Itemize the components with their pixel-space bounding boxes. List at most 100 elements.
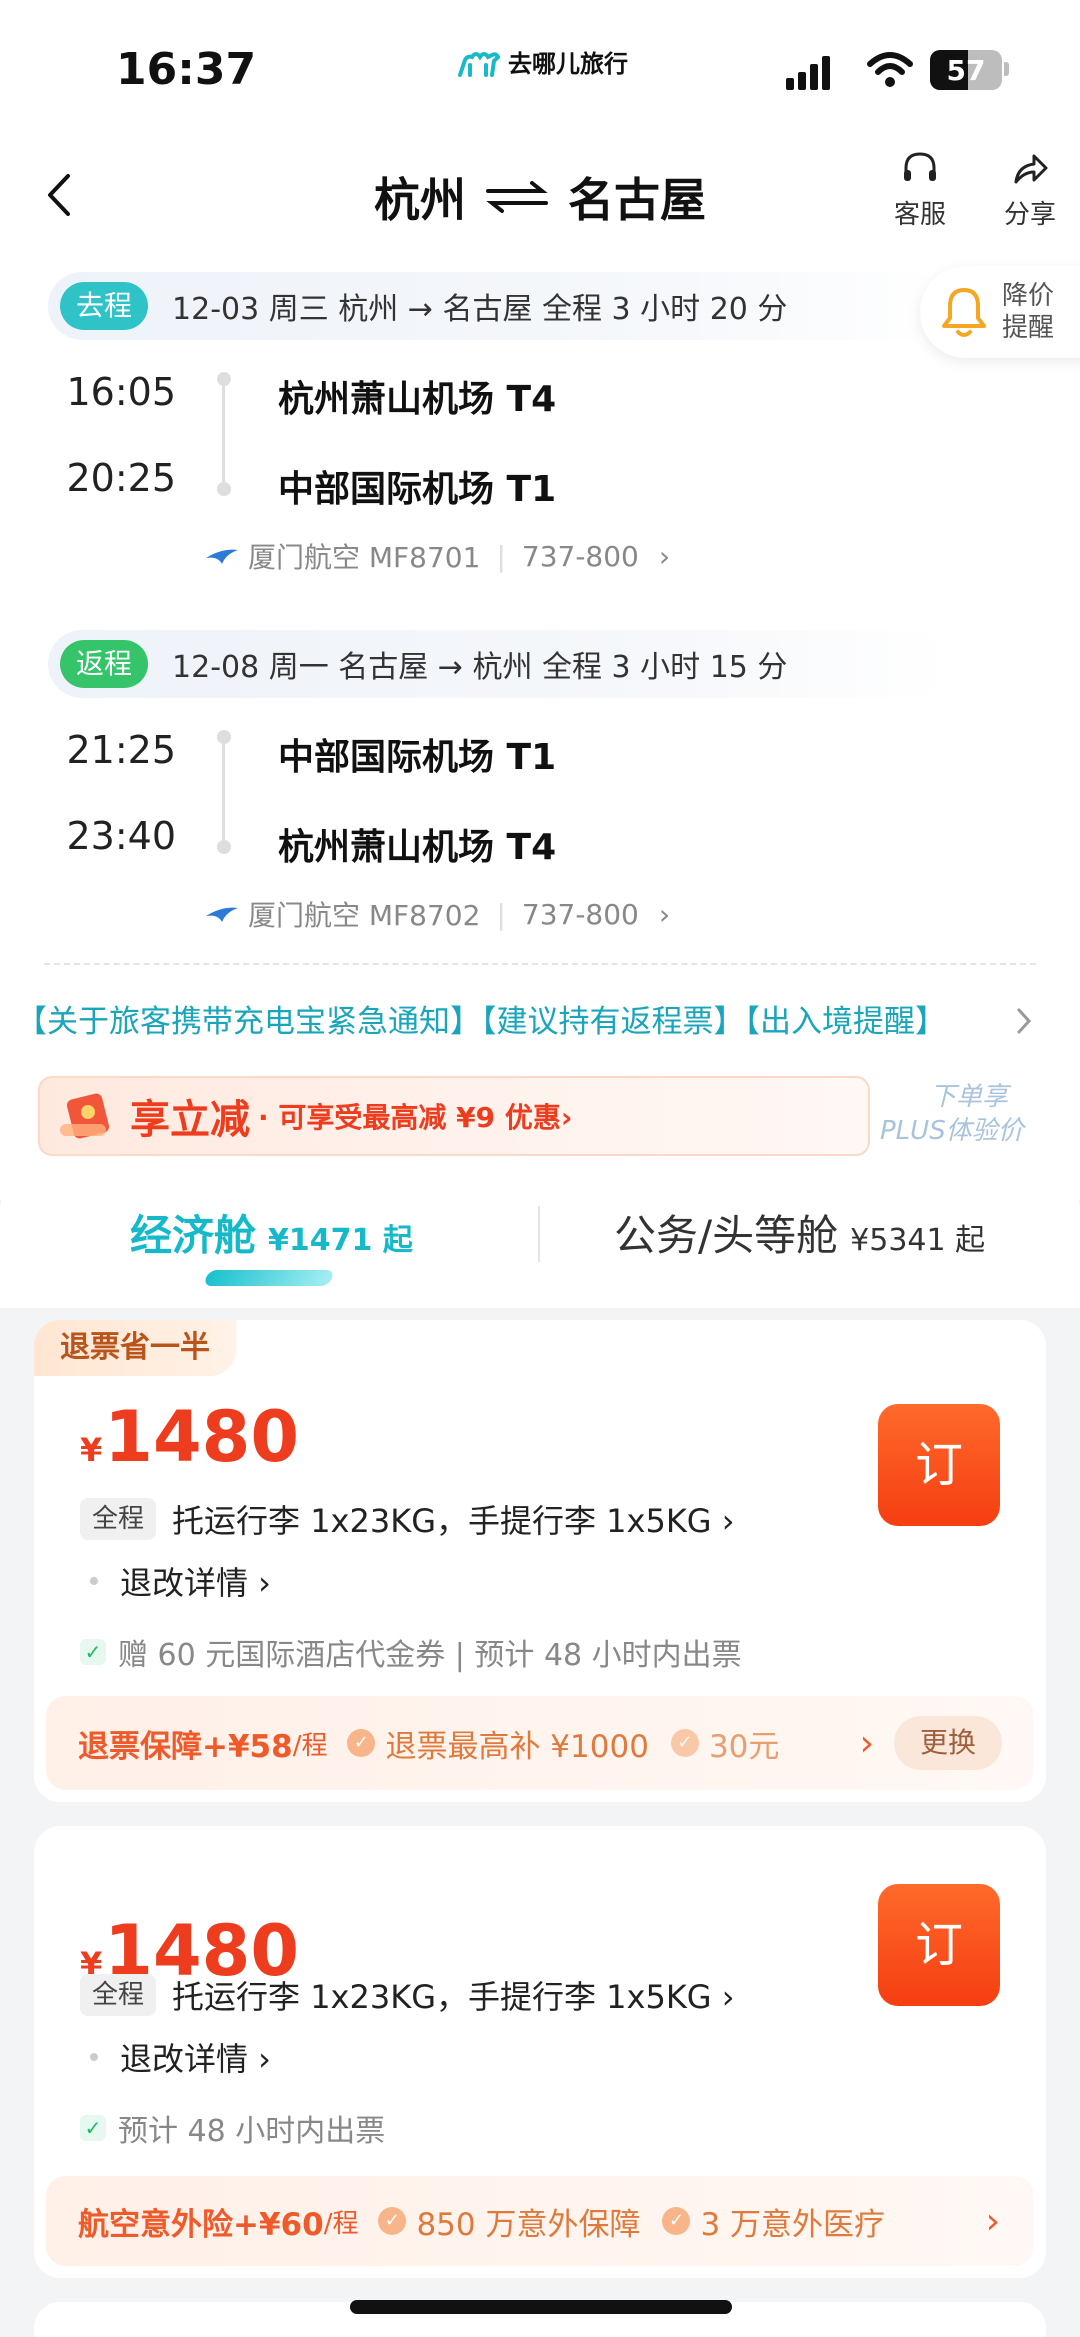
outbound-badge: 去程 bbox=[60, 282, 149, 330]
inbound-badge: 返程 bbox=[60, 640, 149, 688]
baggage-info: 托运行李 1x23KG，手提行李 1x5KG › bbox=[172, 1978, 735, 2016]
price-alert-line1: 降价 bbox=[1002, 281, 1055, 311]
plus-tip-line2: PLUS体验价 bbox=[880, 1116, 1024, 1146]
chevron-right-icon: › bbox=[658, 897, 671, 931]
headset-icon bbox=[904, 152, 936, 181]
xiamen-airlines-icon bbox=[206, 549, 238, 564]
check-icon: ✓ bbox=[80, 1639, 106, 1665]
inbound-dep-airport: 中部国际机场 T1 bbox=[278, 737, 557, 778]
check-icon: ✓ bbox=[662, 2207, 691, 2235]
change-refund-details[interactable]: 退改详情 › bbox=[90, 1558, 271, 1604]
inbound-arr-airport: 杭州萧山机场 T4 bbox=[278, 827, 557, 868]
price-alert-button[interactable]: 降价 提醒 bbox=[920, 266, 1080, 358]
route-from: 杭州 bbox=[374, 173, 466, 227]
currency: ¥ bbox=[80, 1431, 103, 1469]
insurance-item: ✓ 30元 bbox=[670, 1721, 779, 1766]
inbound-flight-info[interactable]: 厦门航空 MF8702 | 737-800 › bbox=[204, 894, 670, 934]
instant-discount-banner[interactable]: 享立减 · 可享受最高减 ¥9 优惠› bbox=[38, 1076, 870, 1156]
travel-notice-link[interactable]: 【关于旅客携带充电宝紧急通知】【建议持有返程票】【出入境提醒】 bbox=[16, 996, 946, 1041]
battery-level: 57 bbox=[946, 54, 986, 87]
outbound-arr-time: 20:25 bbox=[66, 456, 176, 500]
baggage-info: 托运行李 1x23KG，手提行李 1x5KG › bbox=[172, 1502, 735, 1540]
insurance-item: ✓ 850 万意外保障 bbox=[378, 2199, 640, 2244]
refund-protection-bar[interactable]: 退票保障+¥58 /程 ✓ 退票最高补 ¥1000 ✓ 30元 › 更换 bbox=[46, 1696, 1034, 1790]
customer-service-label: 客服 bbox=[893, 200, 946, 230]
customer-service-button[interactable]: 客服 bbox=[880, 150, 960, 231]
swap-button[interactable]: 更换 bbox=[893, 1716, 1002, 1770]
change-refund-details[interactable]: 退改详情 › bbox=[90, 2034, 271, 2080]
share-icon bbox=[1014, 154, 1048, 184]
chevron-right-icon[interactable]: › bbox=[986, 2201, 1000, 2242]
change-refund-label: 退改详情 › bbox=[120, 1564, 271, 1602]
ticket-note-text: 预计 48 小时内出票 bbox=[118, 2114, 386, 2149]
outbound-arr-airport: 中部国际机场 T1 bbox=[278, 469, 557, 510]
brand-logo: 去哪儿旅行 bbox=[456, 44, 628, 79]
insurance-per: /程 bbox=[292, 1730, 328, 1761]
tab-economy[interactable]: 经济舱 ¥1471 起 bbox=[130, 1202, 413, 1263]
status-time: 16:37 bbox=[116, 44, 257, 95]
promo-subtitle: · 可享受最高减 ¥9 优惠› bbox=[258, 1101, 573, 1134]
wifi-icon bbox=[867, 52, 913, 87]
fare-card[interactable]: ¥ 1480 订 全程 托运行李 1x23KG，手提行李 1x5KG › 退改详… bbox=[34, 1826, 1046, 2278]
bell-icon bbox=[942, 288, 986, 337]
chevron-right-icon[interactable]: › bbox=[860, 1723, 874, 1764]
route-to: 名古屋 bbox=[568, 173, 706, 227]
brand-name: 去哪儿旅行 bbox=[508, 50, 628, 78]
tab-indicator bbox=[203, 1270, 335, 1286]
round-trip-icon bbox=[486, 181, 548, 213]
fare-price: ¥ 1480 bbox=[80, 1396, 299, 1478]
outbound-dep-airport: 杭州萧山机场 T4 bbox=[278, 379, 557, 420]
home-indicator bbox=[350, 2300, 732, 2314]
chevron-right-icon[interactable] bbox=[1014, 1004, 1034, 1038]
price-amount: 1480 bbox=[104, 1396, 300, 1478]
camel-icon bbox=[458, 51, 500, 77]
check-icon: ✓ bbox=[80, 2115, 106, 2141]
coupon-icon bbox=[60, 1093, 110, 1139]
signal-icon bbox=[786, 56, 830, 90]
ticket-note: ✓ 赠 60 元国际酒店代金券 | 预计 48 小时内出票 bbox=[80, 1630, 742, 1674]
share-button[interactable]: 分享 bbox=[990, 150, 1070, 231]
inbound-aircraft: 737-800 bbox=[521, 897, 639, 931]
inbound-summary: 12-08 周一 名古屋 → 杭州 全程 3 小时 15 分 bbox=[172, 650, 788, 685]
baggage-row[interactable]: 全程 托运行李 1x23KG，手提行李 1x5KG › bbox=[80, 1496, 735, 1542]
baggage-row[interactable]: 全程 托运行李 1x23KG，手提行李 1x5KG › bbox=[80, 1972, 735, 2018]
fare-card[interactable]: 退票省一半 ¥ 1480 订 全程 托运行李 1x23KG，手提行李 1x5KG… bbox=[34, 1320, 1046, 1802]
outbound-summary: 12-03 周三 杭州 → 名古屋 全程 3 小时 20 分 bbox=[172, 292, 788, 327]
outbound-airline: 厦门航空 MF8701 bbox=[248, 541, 481, 574]
promo-title: 享立减 bbox=[130, 1097, 250, 1143]
outbound-aircraft: 737-800 bbox=[521, 539, 639, 573]
book-button[interactable]: 订 bbox=[878, 1884, 1000, 2006]
insurance-title: 退票保障+¥58 bbox=[78, 1728, 293, 1765]
insurance-item: ✓ 3 万意外医疗 bbox=[662, 2199, 885, 2244]
price-alert-line2: 提醒 bbox=[1002, 313, 1055, 343]
check-icon: ✓ bbox=[347, 1729, 376, 1757]
check-icon: ✓ bbox=[378, 2207, 407, 2235]
insurance-item: ✓ 退票最高补 ¥1000 bbox=[347, 1721, 649, 1766]
chevron-right-icon: › bbox=[658, 539, 671, 573]
inbound-airline: 厦门航空 MF8702 bbox=[248, 899, 481, 932]
book-button[interactable]: 订 bbox=[878, 1404, 1000, 1526]
round-trip-chip: 全程 bbox=[80, 1974, 157, 2016]
check-icon: ✓ bbox=[670, 1729, 699, 1757]
tab-economy-price: ¥1471 起 bbox=[268, 1223, 413, 1258]
divider bbox=[44, 963, 1036, 965]
refund-half-tag: 退票省一半 bbox=[34, 1320, 236, 1376]
battery-icon: 57 bbox=[930, 50, 1002, 90]
plus-tip-line1: 下单享 bbox=[930, 1082, 1009, 1112]
inbound-header: 返程 12-08 周一 名古屋 → 杭州 全程 3 小时 15 分 bbox=[48, 630, 948, 698]
outbound-header: 去程 12-03 周三 杭州 → 名古屋 全程 3 小时 20 分 bbox=[48, 272, 948, 340]
share-label: 分享 bbox=[1003, 200, 1056, 230]
insurance-per: /程 bbox=[323, 2208, 359, 2239]
insurance-title: 航空意外险+¥60 bbox=[78, 2206, 324, 2243]
inbound-arr-time: 23:40 bbox=[66, 814, 176, 858]
ticket-note: ✓ 预计 48 小时内出票 bbox=[80, 2106, 385, 2150]
outbound-flight-info[interactable]: 厦门航空 MF8701 | 737-800 › bbox=[204, 536, 670, 576]
change-refund-label: 退改详情 › bbox=[120, 2040, 271, 2078]
tab-business-label: 公务/头等舱 bbox=[614, 1211, 839, 1260]
xiamen-airlines-icon bbox=[206, 907, 238, 922]
accident-insurance-bar[interactable]: 航空意外险+¥60 /程 ✓ 850 万意外保障 ✓ 3 万意外医疗 › bbox=[46, 2176, 1034, 2266]
tab-business-first[interactable]: 公务/头等舱 ¥5341 起 bbox=[614, 1202, 985, 1263]
inbound-dep-time: 21:25 bbox=[66, 728, 176, 772]
outbound-dep-time: 16:05 bbox=[66, 370, 176, 414]
plus-price-tip: 下单享 PLUS体验价 bbox=[880, 1080, 1024, 1148]
